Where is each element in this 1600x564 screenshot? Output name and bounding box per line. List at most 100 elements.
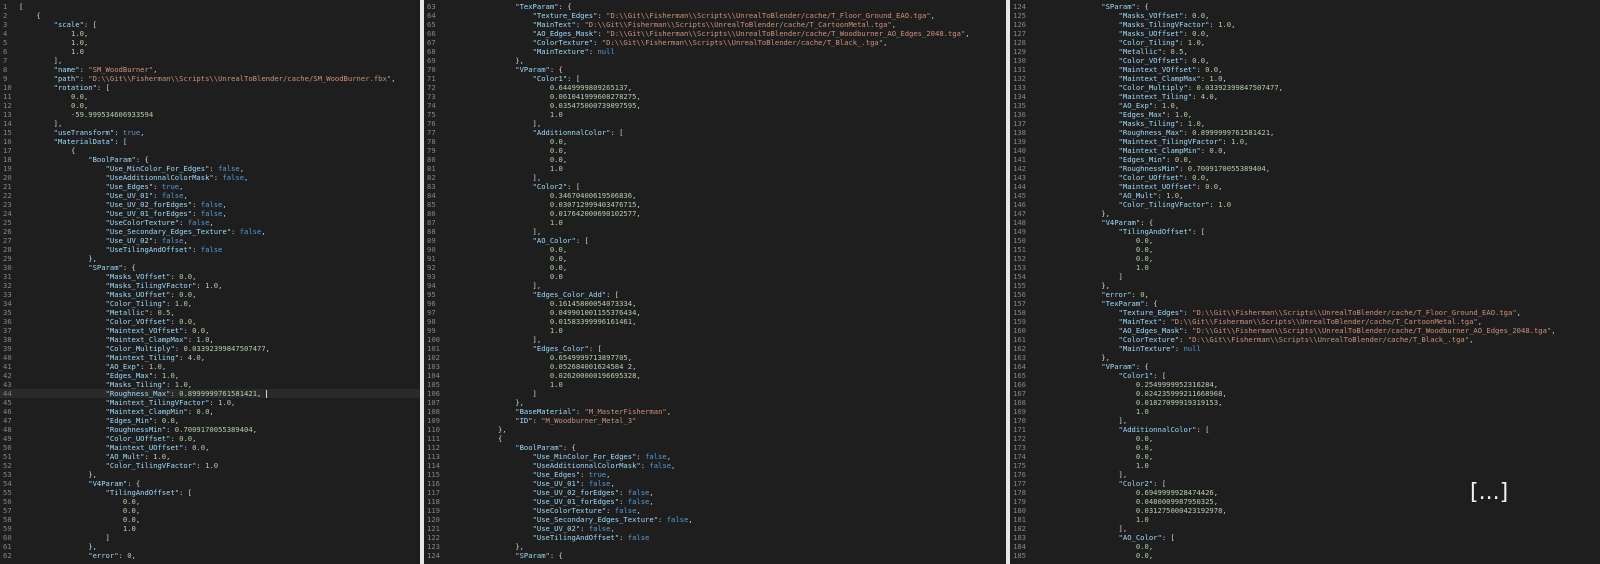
- code-line[interactable]: 49 "Color_UOffset": 0.0,: [0, 434, 420, 443]
- code-line[interactable]: 161 "ColorTexture": "D:\\Git\\Fisherman\…: [1010, 335, 1600, 344]
- code-line[interactable]: 40 "Maintext_Tiling": 4.0,: [0, 353, 420, 362]
- code-line[interactable]: 149 "TilingAndOffset": [: [1010, 227, 1600, 236]
- code-line[interactable]: 14 ],: [0, 119, 420, 128]
- code-line[interactable]: 127 "Masks_UOffset": 0.0,: [1010, 29, 1600, 38]
- code-line[interactable]: 120 "Use_Secondary_Edges_Texture": false…: [424, 515, 1006, 524]
- code-line[interactable]: 63 "TexParam": {: [424, 2, 1006, 11]
- code-line[interactable]: 132 "Maintext_ClampMax": 1.0,: [1010, 74, 1600, 83]
- code-line[interactable]: 18 "BoolParam": {: [0, 155, 420, 164]
- code-line[interactable]: 56 0.0,: [0, 497, 420, 506]
- code-line[interactable]: 70 "VParam": {: [424, 65, 1006, 74]
- code-line[interactable]: 157 "TexParam": {: [1010, 299, 1600, 308]
- code-line[interactable]: 98 0.01583399996161461,: [424, 317, 1006, 326]
- code-line[interactable]: 28 "UseTilingAndOffset": false: [0, 245, 420, 254]
- code-line[interactable]: 125 "Masks_VOffset": 0.0,: [1010, 11, 1600, 20]
- code-line[interactable]: 50 "Maintext_UOffset": 0.0,: [0, 443, 420, 452]
- code-line[interactable]: 162 "MainTexture": null: [1010, 344, 1600, 353]
- code-line[interactable]: 23 "Use_UV_02_forEdges": false,: [0, 200, 420, 209]
- code-line[interactable]: 67 "ColorTexture": "D:\\Git\\Fisherman\\…: [424, 38, 1006, 47]
- code-line[interactable]: 35 "Metallic": 0.5,: [0, 308, 420, 317]
- code-line[interactable]: 173 0.0,: [1010, 443, 1600, 452]
- code-line[interactable]: 44 "Roughness_Max": 0.8999999761581421,: [0, 389, 420, 398]
- code-line[interactable]: 26 "Use_Secondary_Edges_Texture": false,: [0, 227, 420, 236]
- code-line[interactable]: 143 "Color_UOffset": 0.0,: [1010, 173, 1600, 182]
- code-line[interactable]: 9 "path": "D:\\Git\\Fisherman\\Scripts\\…: [0, 74, 420, 83]
- code-line[interactable]: 41 "AO_Exp": 1.0,: [0, 362, 420, 371]
- code-line[interactable]: 8 "name": "SM_WoodBurner",: [0, 65, 420, 74]
- code-line[interactable]: 20 "UseAdditionnalColorMask": false,: [0, 173, 420, 182]
- code-line[interactable]: 178 0.6949999928474426,: [1010, 488, 1600, 497]
- code-line[interactable]: 47 "Edges_Min": 0.0,: [0, 416, 420, 425]
- code-line[interactable]: 123 },: [424, 542, 1006, 551]
- code-line[interactable]: 156 "error": 0,: [1010, 290, 1600, 299]
- code-line[interactable]: 185 0.0,: [1010, 551, 1600, 560]
- code-line[interactable]: 25 "UseColorTexture": false,: [0, 218, 420, 227]
- code-line[interactable]: 158 "Texture_Edges": "D:\\Git\\Fisherman…: [1010, 308, 1600, 317]
- code-line[interactable]: 170 ],: [1010, 416, 1600, 425]
- code-line[interactable]: 62 "error": 0,: [0, 551, 420, 560]
- code-line[interactable]: 119 "UseColorTexture": false,: [424, 506, 1006, 515]
- code-line[interactable]: 129 "Metallic": 0.5,: [1010, 47, 1600, 56]
- code-line[interactable]: 177 "Color2": [: [1010, 479, 1600, 488]
- code-line[interactable]: 107 },: [424, 398, 1006, 407]
- code-line[interactable]: 142 "RoughnessMin": 0.7009170055389404,: [1010, 164, 1600, 173]
- code-line[interactable]: 53 },: [0, 470, 420, 479]
- code-line[interactable]: 30 "SParam": {: [0, 263, 420, 272]
- code-line[interactable]: 83 "Color2": [: [424, 182, 1006, 191]
- code-line[interactable]: 176 ],: [1010, 470, 1600, 479]
- code-line[interactable]: 68 "MainTexture": null: [424, 47, 1006, 56]
- code-line[interactable]: 72 0.6449999809265137,: [424, 83, 1006, 92]
- code-line[interactable]: 113 "Use_MinColor_For_Edges": false,: [424, 452, 1006, 461]
- code-line[interactable]: 31 "Masks_VOffset": 0.0,: [0, 272, 420, 281]
- code-line[interactable]: 168 0.01827099919319153,: [1010, 398, 1600, 407]
- code-line[interactable]: 128 "Color_Tiling": 1.0,: [1010, 38, 1600, 47]
- code-line[interactable]: 15 "useTransform": true,: [0, 128, 420, 137]
- code-line[interactable]: 166 0.2549999952316284,: [1010, 380, 1600, 389]
- code-line[interactable]: 118 "Use_UV_01_forEdges": false,: [424, 497, 1006, 506]
- code-line[interactable]: 165 "Color1": [: [1010, 371, 1600, 380]
- code-line[interactable]: 133 "Color_Multiply": 0.0339239984750747…: [1010, 83, 1600, 92]
- code-line[interactable]: 48 "RoughnessMin": 0.7009170055389404,: [0, 425, 420, 434]
- code-pane-left[interactable]: 1[2 {3 "scale": [4 1.0, 5 1.0, 6 1.0 7 ], 8 …: [0, 0, 420, 564]
- code-line[interactable]: 22 "Use_UV_01": false,: [0, 191, 420, 200]
- code-line[interactable]: 92 0.0,: [424, 263, 1006, 272]
- code-line[interactable]: 110 },: [424, 425, 1006, 434]
- code-line[interactable]: 104 0.026200000196695328,: [424, 371, 1006, 380]
- code-line[interactable]: 140 "Maintext_ClampMin": 0.0,: [1010, 146, 1600, 155]
- code-line[interactable]: 78 0.0,: [424, 137, 1006, 146]
- code-line[interactable]: 100 ],: [424, 335, 1006, 344]
- code-line[interactable]: 85 0.030712999403476715,: [424, 200, 1006, 209]
- code-line[interactable]: 150 0.0,: [1010, 236, 1600, 245]
- code-line[interactable]: 82 ],: [424, 173, 1006, 182]
- code-line[interactable]: 74 0.035475000739097595,: [424, 101, 1006, 110]
- code-line[interactable]: 105 1.0: [424, 380, 1006, 389]
- code-line[interactable]: 175 1.0: [1010, 461, 1600, 470]
- code-line[interactable]: 96 0.16145800054073334,: [424, 299, 1006, 308]
- code-line[interactable]: 36 "Color_VOffset": 0.0,: [0, 317, 420, 326]
- code-line[interactable]: 137 "Masks_Tiling": 1.0,: [1010, 119, 1600, 128]
- code-line[interactable]: 77 "AdditionnalColor": [: [424, 128, 1006, 137]
- code-line[interactable]: 38 "Maintext_ClampMax": 1.0,: [0, 335, 420, 344]
- code-line[interactable]: 139 "Maintext_TilingVFactor": 1.0,: [1010, 137, 1600, 146]
- code-line[interactable]: 141 "Edges_Min": 0.0,: [1010, 155, 1600, 164]
- code-line[interactable]: 21 "Use_Edges": true,: [0, 182, 420, 191]
- code-line[interactable]: 151 0.0,: [1010, 245, 1600, 254]
- code-line[interactable]: 32 "Masks_TilingVFactor": 1.0,: [0, 281, 420, 290]
- code-line[interactable]: 59 1.0: [0, 524, 420, 533]
- code-line[interactable]: 86 0.017642000690102577,: [424, 209, 1006, 218]
- code-line[interactable]: 65 "MainText": "D:\\Git\\Fisherman\\Scri…: [424, 20, 1006, 29]
- code-line[interactable]: 160 "AO_Edges_Mask": "D:\\Git\\Fisherman…: [1010, 326, 1600, 335]
- code-line[interactable]: 71 "Color1": [: [424, 74, 1006, 83]
- code-line[interactable]: 17 {: [0, 146, 420, 155]
- code-line[interactable]: 167 0.024235999211668968,: [1010, 389, 1600, 398]
- code-line[interactable]: 174 0.0,: [1010, 452, 1600, 461]
- code-line[interactable]: 33 "Masks_UOffset": 0.0,: [0, 290, 420, 299]
- code-line[interactable]: 153 1.0: [1010, 263, 1600, 272]
- code-line[interactable]: 57 0.0,: [0, 506, 420, 515]
- code-line[interactable]: 131 "Maintext_VOffset": 0.0,: [1010, 65, 1600, 74]
- code-line[interactable]: 108 "BaseMaterial": "M_MasterFisherman",: [424, 407, 1006, 416]
- code-line[interactable]: 159 "MainText": "D:\\Git\\Fisherman\\Scr…: [1010, 317, 1600, 326]
- code-line[interactable]: 5 1.0,: [0, 38, 420, 47]
- code-line[interactable]: 12 0.0,: [0, 101, 420, 110]
- code-line[interactable]: 111 {: [424, 434, 1006, 443]
